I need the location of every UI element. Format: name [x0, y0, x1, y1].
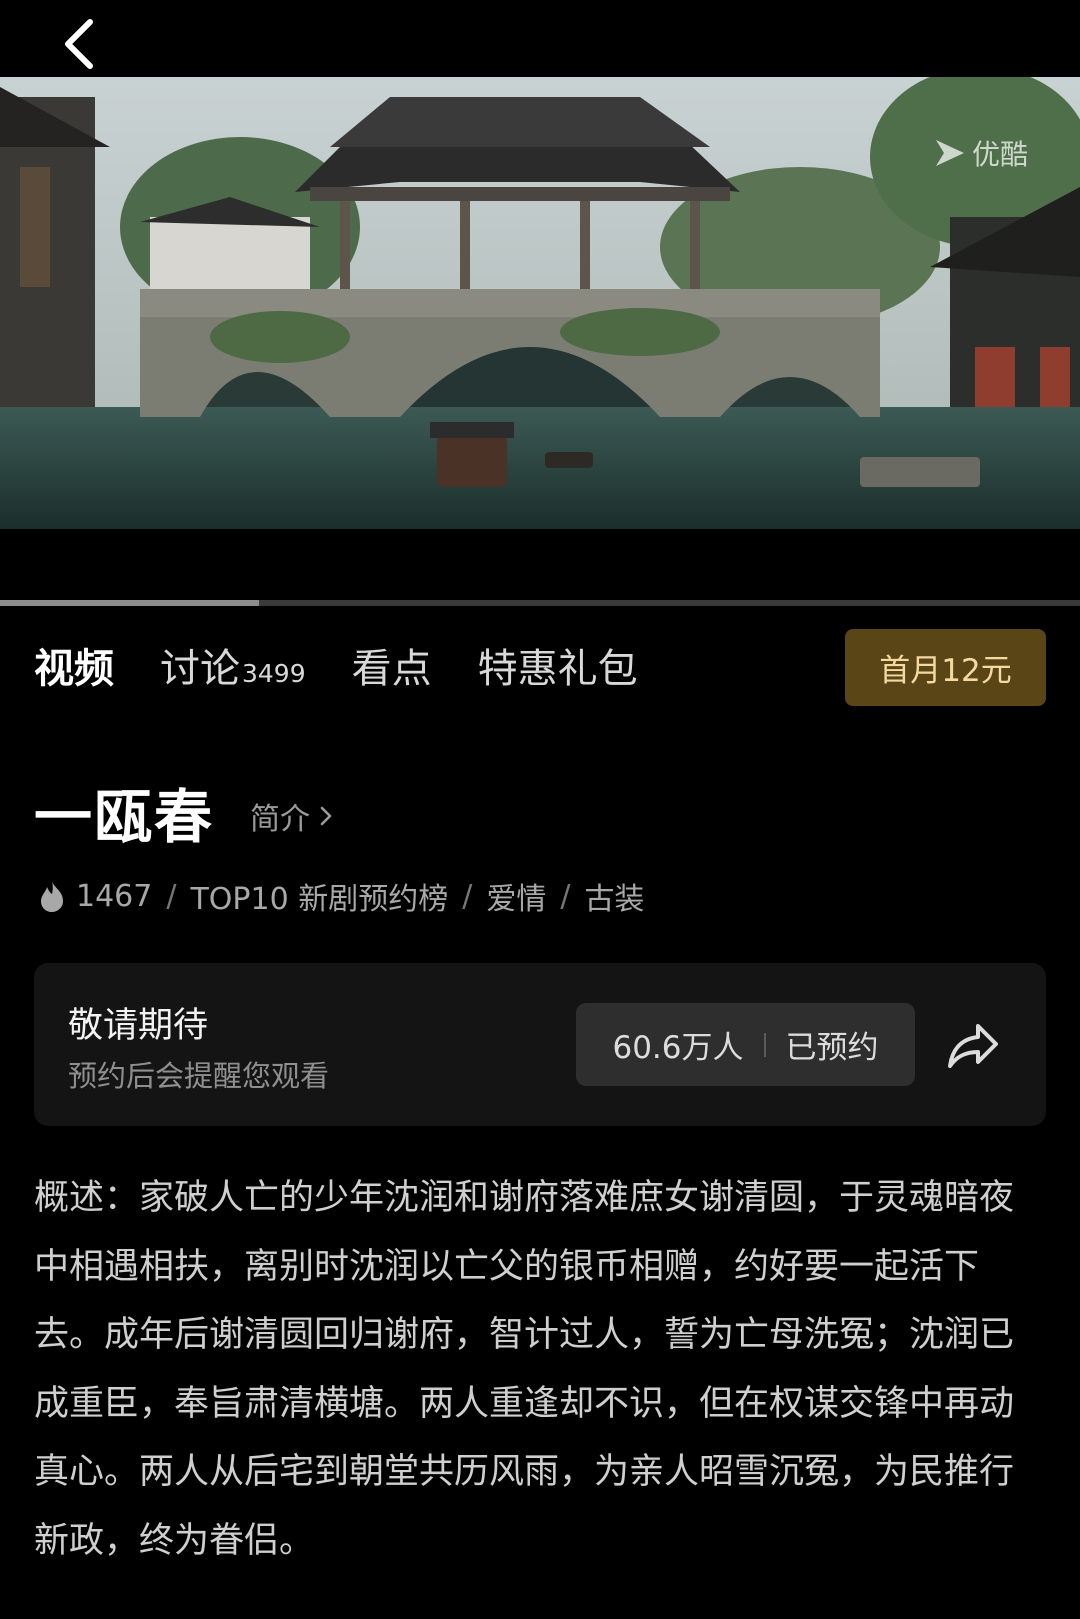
tab-video[interactable]: 视频: [34, 636, 114, 694]
video-progress-fill: [0, 600, 260, 606]
share-arrow-icon[interactable]: [944, 1018, 1002, 1072]
reserve-button[interactable]: 60.6万人 已预约: [576, 1003, 915, 1086]
video-bottom-bar: [0, 529, 1080, 601]
video-player[interactable]: 优酷: [0, 77, 1080, 529]
rank-label[interactable]: TOP10 新剧预约榜: [190, 874, 448, 918]
top-bar: [0, 0, 1080, 77]
chevron-right-icon: [320, 806, 332, 826]
genre-tag[interactable]: 古装: [584, 874, 644, 918]
tab-special-offer[interactable]: 特惠礼包: [478, 636, 638, 694]
reservation-status: 已预约: [785, 1030, 879, 1066]
reservation-title: 敬请期待: [68, 1006, 209, 1046]
tab-bar: 视频 讨论3499 看点 特惠礼包: [34, 636, 684, 696]
meta-separator: /: [462, 878, 473, 914]
reservation-subtitle: 预约后会提醒您观看: [68, 1059, 330, 1093]
show-summary: 概述：家破人亡的少年沈润和谢府落难庶女谢清圆，于灵魂暗夜中相遇相扶，离别时沈润以…: [34, 1178, 1015, 1561]
meta-separator: /: [560, 878, 571, 914]
intro-link[interactable]: 简介: [250, 794, 334, 838]
tab-highlights[interactable]: 看点: [352, 636, 432, 694]
intro-link-label: 简介: [250, 802, 311, 837]
video-progress-bar[interactable]: [0, 600, 1080, 606]
heat-value: 1467: [76, 878, 153, 914]
youku-play-icon: [935, 140, 964, 166]
reserve-divider: [763, 1032, 766, 1057]
reservation-count: 60.6万人: [612, 1030, 744, 1066]
tab-discussion[interactable]: 讨论3499: [160, 636, 306, 694]
watermark-text: 优酷: [971, 138, 1028, 171]
reservation-card: 敬请期待 预约后会提醒您观看 60.6万人 已预约: [34, 963, 1046, 1126]
meta-separator: /: [166, 878, 177, 914]
back-button[interactable]: [52, 14, 112, 74]
chevron-left-icon: [65, 19, 93, 69]
discussion-count: 3499: [242, 659, 306, 688]
show-meta-row: 1467 / TOP10 新剧预约榜 / 爱情 / 古装: [36, 874, 644, 918]
title-row: 一瓯春 简介: [34, 770, 334, 854]
youku-watermark: 优酷: [932, 133, 1028, 173]
first-month-promo-button[interactable]: 首月12元: [845, 629, 1046, 706]
show-title: 一瓯春: [34, 783, 215, 851]
video-frame-image: [0, 77, 1080, 529]
genre-tag[interactable]: 爱情: [486, 874, 546, 918]
flame-icon: [41, 881, 63, 912]
